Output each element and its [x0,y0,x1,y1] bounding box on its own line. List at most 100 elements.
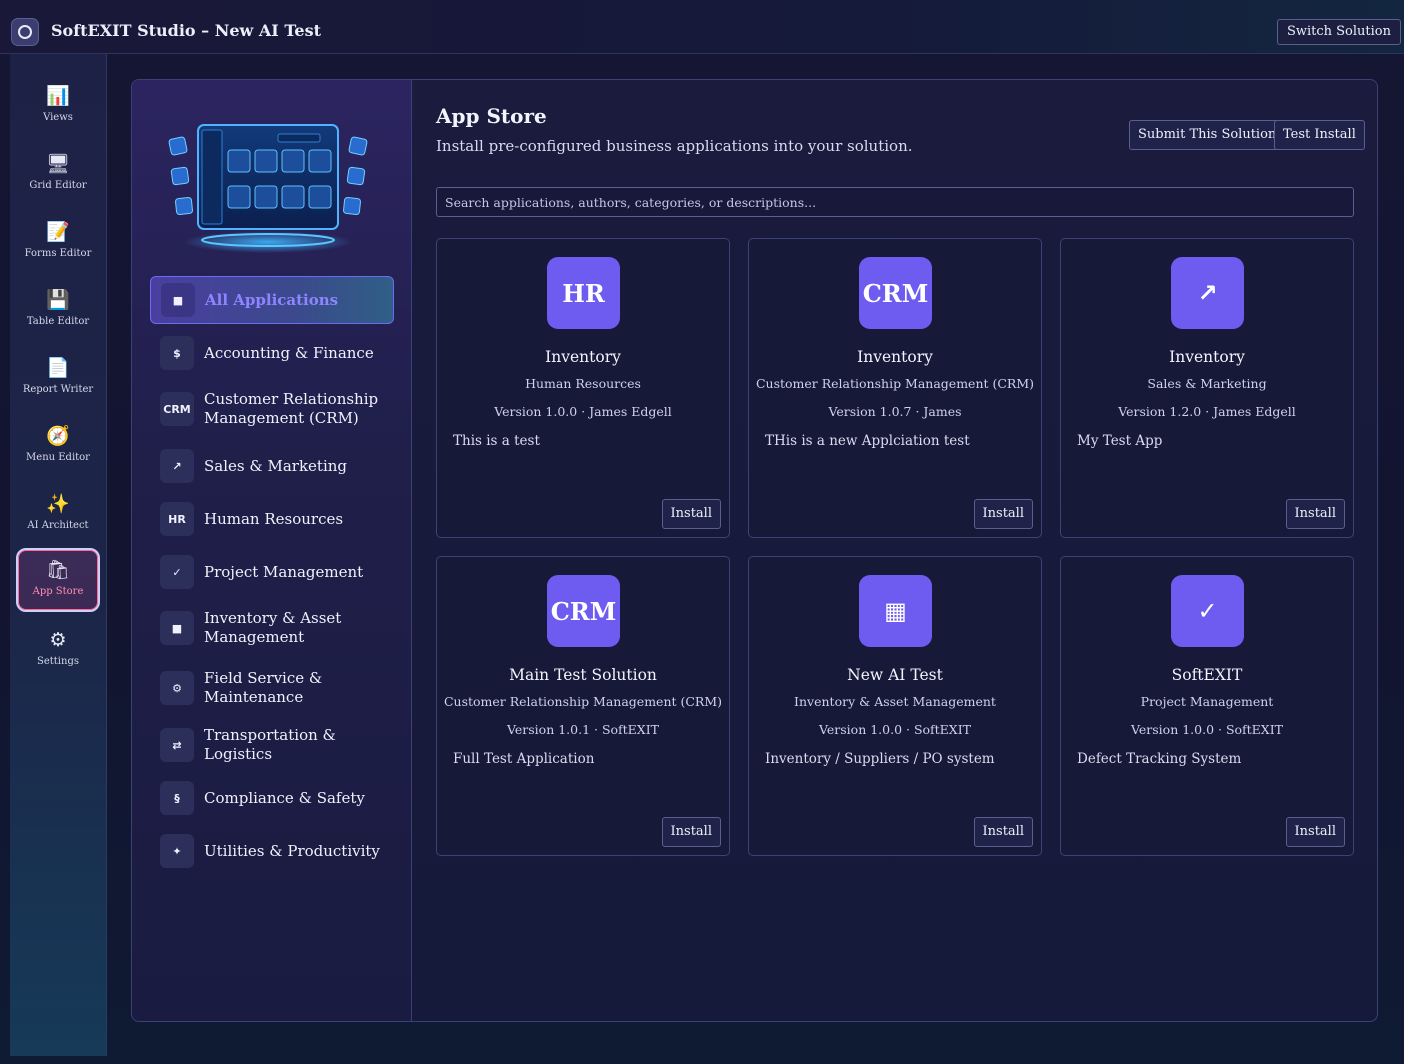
app-category: Sales & Marketing [1147,376,1267,391]
nav-item-menu-editor[interactable]: 🧭 Menu Editor [16,416,100,480]
app-badge: CRM [859,257,932,329]
install-button[interactable]: Install [1285,499,1345,529]
category-human-resources[interactable]: HR Human Resources [150,495,394,543]
category-label: Field Service & Maintenance [204,669,323,706]
app-card: ▦ New AI Test Inventory & Asset Manageme… [748,556,1042,856]
category-label: Human Resources [204,509,344,528]
nav-label: Report Writer [22,384,94,395]
page-subtitle: Install pre-configured business applicat… [436,137,913,155]
grid-icon: ▦ [859,575,932,647]
nav-item-settings[interactable]: ⚙ Settings [16,620,100,684]
install-button[interactable]: Install [661,499,721,529]
install-button[interactable]: Install [973,817,1033,847]
gear-icon: ⚙ [49,629,67,651]
app-description: My Test App [1077,433,1163,449]
nav-label: AI Architect [27,520,89,531]
page-title: App Store [436,104,547,128]
category-all-applications[interactable]: ■ All Applications [150,276,394,324]
nav-label: Table Editor [26,316,90,327]
category-accounting-finance[interactable]: $ Accounting & Finance [150,329,394,377]
app-logo-icon [11,18,39,46]
install-button[interactable]: Install [1285,817,1345,847]
nav-label: Forms Editor [24,248,92,259]
app-badge: HR [547,257,620,329]
app-card: HR Inventory Human Resources Version 1.0… [436,238,730,538]
category-field-service[interactable]: ⚙ Field Service & Maintenance [150,664,394,712]
trend-arrow-icon: ↗ [160,449,194,483]
category-compliance-safety[interactable]: § Compliance & Safety [150,774,394,822]
test-install-button[interactable]: Test Install [1274,120,1365,150]
category-label: Utilities & Productivity [204,841,380,860]
app-card: ↗ Inventory Sales & Marketing Version 1.… [1060,238,1354,538]
app-category: Customer Relationship Management (CRM) [443,694,723,709]
category-crm[interactable]: CRM Customer Relationship Management (CR… [150,385,394,433]
category-label: Customer Relationship Management (CRM) [204,390,379,427]
category-label: Project Management [204,562,364,581]
app-store-illustration [168,124,368,253]
nav-item-ai-architect[interactable]: ✨ AI Architect [16,484,100,548]
nav-item-table-editor[interactable]: 💾 Table Editor [16,280,100,344]
bar-chart-icon: 📊 [46,85,70,107]
app-category: Human Resources [525,376,641,391]
app-name: Inventory [1169,348,1245,366]
app-card: CRM Main Test Solution Customer Relation… [436,556,730,856]
shopping-bags-icon: 🛍 [45,559,71,581]
trend-arrow-icon: ↗ [1171,257,1244,329]
app-store-panel: ■ All Applications $ Accounting & Financ… [131,79,1378,1022]
app-title: SoftEXIT Studio – New AI Test [51,21,321,40]
gear-icon: ⚙ [160,671,194,705]
nav-label: Menu Editor [26,452,90,463]
submit-solution-button[interactable]: Submit This Solution [1129,120,1286,150]
nav-item-forms-editor[interactable]: 📝 Forms Editor [16,212,100,276]
checkmark-icon: ✓ [160,555,194,589]
app-category: Project Management [1140,694,1274,709]
title-bar: SoftEXIT Studio – New AI Test Switch Sol… [0,0,1404,54]
app-name: Main Test Solution [509,666,657,684]
category-label: Sales & Marketing [204,456,348,475]
category-label: Inventory & Asset Management [204,609,342,646]
search-input[interactable] [436,187,1354,217]
app-description: THis is a new Applciation test [765,433,970,449]
nav-item-views[interactable]: 📊 Views [16,76,100,140]
install-button[interactable]: Install [973,499,1033,529]
category-label: All Applications [205,290,339,309]
sparkles-icon: ✨ [46,493,70,515]
category-project-management[interactable]: ✓ Project Management [150,548,394,596]
app-name: New AI Test [847,666,943,684]
memo-icon: 📝 [46,221,70,243]
nav-label: Grid Editor [29,180,87,191]
category-label: Compliance & Safety [204,788,365,807]
app-version: Version 1.0.0 · SoftEXIT [819,722,971,737]
section-sign-icon: § [160,781,194,815]
install-button[interactable]: Install [661,817,721,847]
app-description: This is a test [453,433,540,449]
nav-item-grid-editor[interactable]: 🖥 Grid Editor [16,144,100,208]
hr-icon: HR [160,502,194,536]
category-utilities-productivity[interactable]: ✦ Utilities & Productivity [150,827,394,875]
category-label: Accounting & Finance [204,343,374,362]
category-inventory-asset[interactable]: ■ Inventory & Asset Management [150,604,394,652]
app-badge: CRM [547,575,620,647]
star-icon: ✦ [160,834,194,868]
category-sales-marketing[interactable]: ↗ Sales & Marketing [150,442,394,490]
crm-icon: CRM [160,392,194,426]
compass-icon: 🧭 [46,425,70,447]
app-description: Full Test Application [453,751,595,767]
category-transportation-logistics[interactable]: ⇄ Transportation & Logistics [150,721,394,769]
floppy-disk-icon: 💾 [46,289,70,311]
app-version: Version 1.0.1 · SoftEXIT [507,722,659,737]
app-name: Inventory [857,348,933,366]
nav-item-app-store[interactable]: 🛍 App Store [16,548,100,612]
checkmark-icon: ✓ [1171,575,1244,647]
document-icon: 📄 [46,357,70,379]
square-icon: ■ [160,611,194,645]
monitor-icon: 🖥 [45,153,71,175]
category-label: Transportation & Logistics [204,726,336,763]
app-version: Version 1.0.0 · SoftEXIT [1131,722,1283,737]
dollar-icon: $ [160,336,194,370]
switch-solution-button[interactable]: Switch Solution [1276,19,1401,45]
square-icon: ■ [161,283,195,317]
app-category: Customer Relationship Management (CRM) [755,376,1035,391]
nav-item-report-writer[interactable]: 📄 Report Writer [16,348,100,412]
app-description: Inventory / Suppliers / PO system [765,751,995,767]
